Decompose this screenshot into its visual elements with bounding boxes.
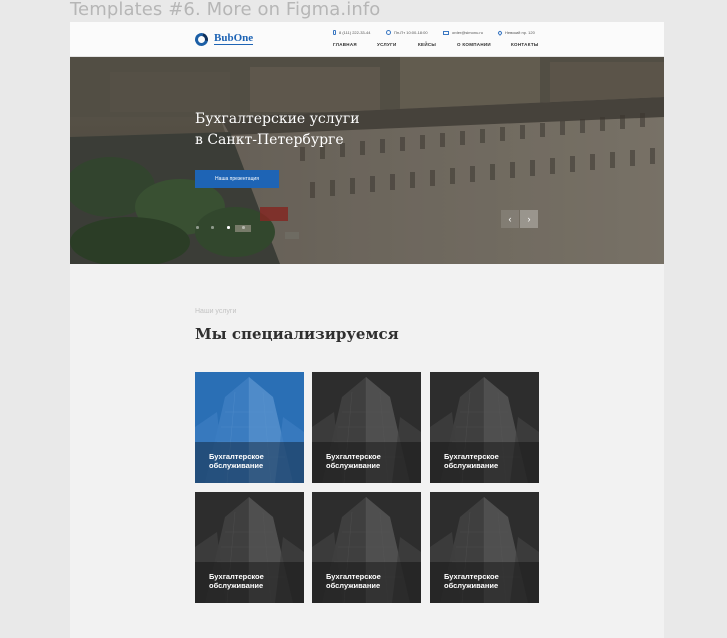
service-card-label: Бухгалтерское обслуживание: [209, 452, 299, 470]
address-text: Невский пр. 120: [505, 30, 535, 35]
nav-item-home[interactable]: ГЛАВНАЯ: [333, 42, 357, 47]
phone-text: 8 (111) 222-33-44: [339, 30, 371, 35]
address-contact: Невский пр. 120: [497, 29, 535, 36]
location-pin-icon: [497, 29, 503, 36]
chevron-right-icon: ›: [527, 214, 531, 224]
hours-text: Пн-Пт 10:00-18:00: [394, 30, 428, 35]
clock-icon: [386, 30, 391, 35]
service-card-title: Бухгалтерское: [444, 452, 499, 461]
service-card-label: Бухгалтерское обслуживание: [209, 572, 299, 590]
service-card[interactable]: Бухгалтерское обслуживание: [430, 492, 539, 603]
service-card-title: Бухгалтерское: [326, 572, 381, 581]
service-card-title: обслуживание: [444, 461, 499, 470]
service-card-title: Бухгалтерское: [209, 452, 264, 461]
slider-dot[interactable]: [211, 226, 214, 229]
hero-title: Бухгалтерские услуги в Санкт-Петербурге: [195, 109, 360, 151]
service-card[interactable]: Бухгалтерское обслуживание: [195, 372, 304, 483]
service-card-title: Бухгалтерское: [209, 572, 264, 581]
service-card-label: Бухгалтерское обслуживание: [444, 572, 534, 590]
main-nav: ГЛАВНАЯ УСЛУГИ КЕЙСЫ О КОМПАНИИ КОНТАКТЫ: [70, 42, 664, 50]
service-card-title: Бухгалтерское: [444, 572, 499, 581]
service-card[interactable]: Бухгалтерское обслуживание: [195, 492, 304, 603]
hours-contact: Пн-Пт 10:00-18:00: [386, 30, 428, 35]
service-card-title: обслуживание: [209, 461, 264, 470]
canvas-title: Templates #6. More on Figma.info: [70, 0, 381, 20]
nav-item-contacts[interactable]: КОНТАКТЫ: [511, 42, 539, 47]
chevron-left-icon: ‹: [508, 214, 512, 224]
hero-banner: Бухгалтерские услуги в Санкт-Петербурге …: [70, 57, 664, 264]
slider-prev-button[interactable]: ‹: [501, 210, 519, 228]
service-card-label: Бухгалтерское обслуживание: [444, 452, 534, 470]
site-header: BubOne 8 (111) 222-33-44 Пн-Пт 10:00-18:…: [70, 22, 664, 57]
nav-item-about[interactable]: О КОМПАНИИ: [457, 42, 491, 47]
hero-overlay: [70, 57, 664, 264]
email-text: order@simonu.ru: [452, 30, 483, 35]
service-card-title: обслуживание: [444, 581, 499, 590]
nav-item-services[interactable]: УСЛУГИ: [377, 42, 396, 47]
hero-title-line: в Санкт-Петербурге: [195, 132, 344, 148]
section-title: Мы специализируемся: [195, 325, 399, 343]
service-card[interactable]: Бухгалтерское обслуживание: [430, 372, 539, 483]
slider-dot-active[interactable]: [227, 226, 230, 229]
service-card-title: обслуживание: [326, 461, 381, 470]
service-card-title: обслуживание: [326, 581, 381, 590]
slider-dot[interactable]: [196, 226, 199, 229]
nav-item-cases[interactable]: КЕЙСЫ: [418, 42, 436, 47]
service-card[interactable]: Бухгалтерское обслуживание: [312, 492, 421, 603]
service-card-title: обслуживание: [209, 581, 264, 590]
phone-contact[interactable]: 8 (111) 222-33-44: [333, 30, 370, 35]
hero-title-line: Бухгалтерские услуги: [195, 111, 360, 127]
slider-next-button[interactable]: ›: [520, 210, 538, 228]
phone-icon: [333, 30, 336, 35]
section-kicker: Наши услуги: [195, 308, 237, 315]
service-card-label: Бухгалтерское обслуживание: [326, 452, 416, 470]
email-contact[interactable]: order@simonu.ru: [443, 30, 483, 35]
service-card[interactable]: Бухгалтерское обслуживание: [312, 372, 421, 483]
presentation-button[interactable]: Наша презентация: [195, 170, 279, 188]
mail-icon: [443, 30, 449, 35]
page-frame: BubOne 8 (111) 222-33-44 Пн-Пт 10:00-18:…: [70, 22, 664, 638]
service-card-label: Бухгалтерское обслуживание: [326, 572, 416, 590]
service-card-title: Бухгалтерское: [326, 452, 381, 461]
slider-dot[interactable]: [242, 226, 245, 229]
